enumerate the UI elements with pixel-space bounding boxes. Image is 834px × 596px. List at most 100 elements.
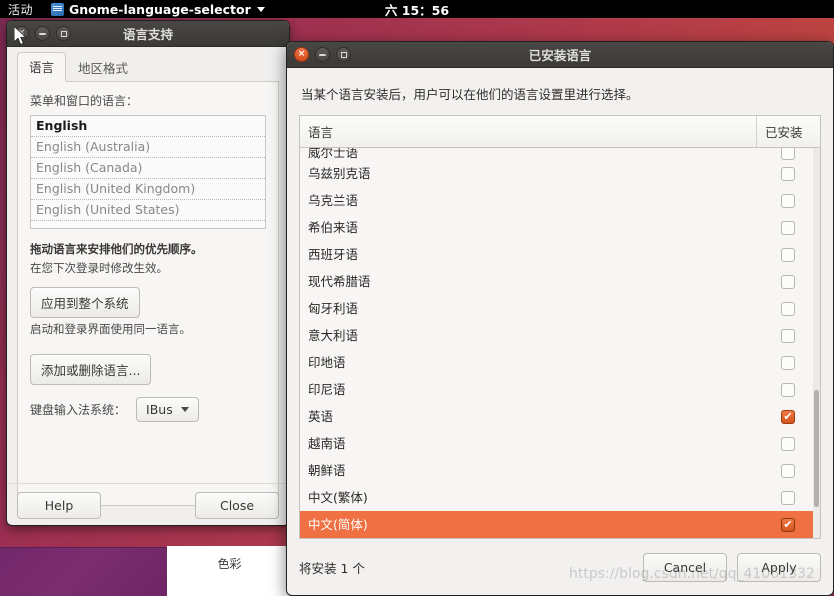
table-body: 威尔士语 乌兹别克语乌克兰语希伯来语西班牙语 现代希腊语 匈牙利语意大利语印地语印尼语… (300, 148, 820, 538)
apply-system-wide-button[interactable]: 应用到整个系统 (30, 287, 140, 318)
table-cell-language: 乌克兰语 (308, 192, 359, 208)
help-button[interactable]: Help (17, 492, 101, 519)
table-scrollbar[interactable] (813, 148, 820, 538)
close-icon[interactable]: × (294, 47, 309, 62)
table-cell-installed (756, 382, 820, 397)
topbar-app-name[interactable]: Gnome-language-selector (69, 2, 251, 17)
checkbox-icon[interactable] (781, 148, 795, 160)
column-header-language[interactable]: 语言 (300, 116, 756, 147)
apply-button[interactable]: Apply (737, 552, 821, 582)
dialog-titlebar[interactable]: × 已安装语言 (287, 42, 833, 68)
checkbox-icon[interactable] (781, 355, 795, 370)
checkbox-icon[interactable] (781, 436, 795, 451)
table-row[interactable]: 西班牙语 (300, 241, 820, 268)
checkbox-icon[interactable] (781, 382, 795, 397)
table-row[interactable]: 威尔士语 (300, 148, 820, 160)
table-row[interactable]: 印尼语 (300, 376, 820, 403)
mouse-cursor (14, 26, 28, 46)
table-cell-language: 印尼语 (308, 381, 346, 397)
main-window-tabstrip: 语言 地区格式 (17, 52, 279, 82)
screen: 色彩 活动 Gnome-language-selector 六 15：56 × … (0, 0, 834, 596)
table-scrollbar-thumb[interactable] (814, 389, 819, 507)
list-empty-tail (31, 221, 265, 228)
minimize-icon[interactable] (35, 26, 50, 41)
checkbox-icon[interactable] (781, 490, 795, 505)
login-screen-hint: 启动和登录界面使用同一语言。 (30, 322, 191, 336)
table-cell-installed (756, 409, 820, 424)
checkbox-icon[interactable] (781, 301, 795, 316)
close-button[interactable]: Close (195, 492, 279, 519)
checkbox-icon[interactable] (781, 247, 795, 262)
add-remove-languages-button[interactable]: 添加或删除语言... (30, 354, 152, 385)
table-cell-installed (756, 490, 820, 505)
checkbox-icon[interactable] (781, 166, 795, 181)
table-row[interactable]: 希伯来语 (300, 214, 820, 241)
language-tab-panel: 菜单和窗口的语言： English English (Australia) En… (17, 82, 279, 506)
tab-language[interactable]: 语言 (17, 52, 67, 82)
table-cell-installed (756, 148, 820, 160)
install-count-label: 将安装 1 个 (299, 560, 365, 576)
table-row[interactable]: 中文(简体) (300, 511, 820, 538)
table-row[interactable]: 现代希腊语 (300, 268, 820, 295)
gnome-top-bar: 活动 Gnome-language-selector 六 15：56 (0, 0, 834, 18)
table-cell-installed (756, 193, 820, 208)
tab-regional-formats[interactable]: 地区格式 (66, 53, 140, 82)
ime-select-value: IBus (146, 402, 173, 417)
table-row[interactable]: 印地语 (300, 349, 820, 376)
activities-button[interactable]: 活动 (8, 1, 33, 18)
table-cell-installed (756, 436, 820, 451)
table-cell-language: 希伯来语 (308, 219, 359, 235)
table-cell-installed (756, 301, 820, 316)
table-cell-language: 威尔士语 (308, 148, 359, 160)
table-row[interactable]: 越南语 (300, 430, 820, 457)
list-item[interactable]: English (Canada) (31, 158, 265, 179)
drag-order-hint: 拖动语言来安排他们的优先顺序。 (30, 242, 203, 256)
table-cell-language: 意大利语 (308, 327, 359, 343)
ime-select[interactable]: IBus (136, 397, 199, 422)
list-item[interactable]: English (31, 116, 265, 137)
table-cell-language: 印地语 (308, 354, 346, 370)
table-cell-installed (756, 517, 820, 532)
checkbox-checked-icon[interactable] (781, 517, 795, 532)
table-row[interactable]: 乌克兰语 (300, 187, 820, 214)
table-row[interactable]: 中文(繁体) (300, 484, 820, 511)
table-cell-installed (756, 463, 820, 478)
checkbox-checked-icon[interactable] (781, 409, 795, 424)
table-cell-installed (756, 166, 820, 181)
main-window-footer: Help Close (7, 483, 289, 525)
language-section-label: 菜单和窗口的语言： (30, 94, 139, 108)
table-cell-installed (756, 220, 820, 235)
language-support-window: × 语言支持 语言 地区格式 菜单和窗口的语言： English English… (6, 20, 290, 526)
table-row[interactable]: 朝鲜语 (300, 457, 820, 484)
chevron-down-icon[interactable] (256, 6, 265, 12)
language-priority-list[interactable]: English English (Australia) English (Can… (30, 115, 266, 229)
list-item[interactable]: English (United States) (31, 200, 265, 221)
table-cell-language: 中文(简体) (308, 516, 368, 532)
minimize-icon[interactable] (315, 47, 330, 62)
dialog-footer: 将安装 1 个 https://blog.csdn.net/qq_4106133… (287, 539, 833, 595)
table-row[interactable]: 意大利语 (300, 322, 820, 349)
table-cell-installed (756, 274, 820, 289)
checkbox-icon[interactable] (781, 463, 795, 478)
table-row[interactable]: 匈牙利语 (300, 295, 820, 322)
checkbox-icon[interactable] (781, 220, 795, 235)
table-row[interactable]: 乌兹别克语 (300, 160, 820, 187)
table-cell-installed (756, 328, 820, 343)
list-item[interactable]: English (Australia) (31, 137, 265, 158)
checkbox-icon[interactable] (781, 274, 795, 289)
topbar-clock[interactable]: 六 15：56 (385, 0, 449, 19)
next-login-hint: 在您下次登录时修改生效。 (30, 261, 168, 275)
desktop-panel-label: 色彩 (217, 557, 242, 571)
checkbox-icon[interactable] (781, 193, 795, 208)
main-window-titlebar[interactable]: × 语言支持 (7, 21, 289, 47)
list-item[interactable]: English (United Kingdom) (31, 179, 265, 200)
table-row[interactable]: 英语 (300, 403, 820, 430)
cancel-button[interactable]: Cancel (643, 552, 727, 582)
maximize-icon[interactable] (336, 47, 351, 62)
dialog-actions: Cancel Apply (643, 552, 821, 582)
ime-label: 键盘输入法系统： (30, 403, 127, 417)
dialog-title: 已安装语言 (528, 48, 592, 63)
column-header-installed[interactable]: 已安装 (756, 116, 820, 147)
maximize-icon[interactable] (56, 26, 71, 41)
checkbox-icon[interactable] (781, 328, 795, 343)
